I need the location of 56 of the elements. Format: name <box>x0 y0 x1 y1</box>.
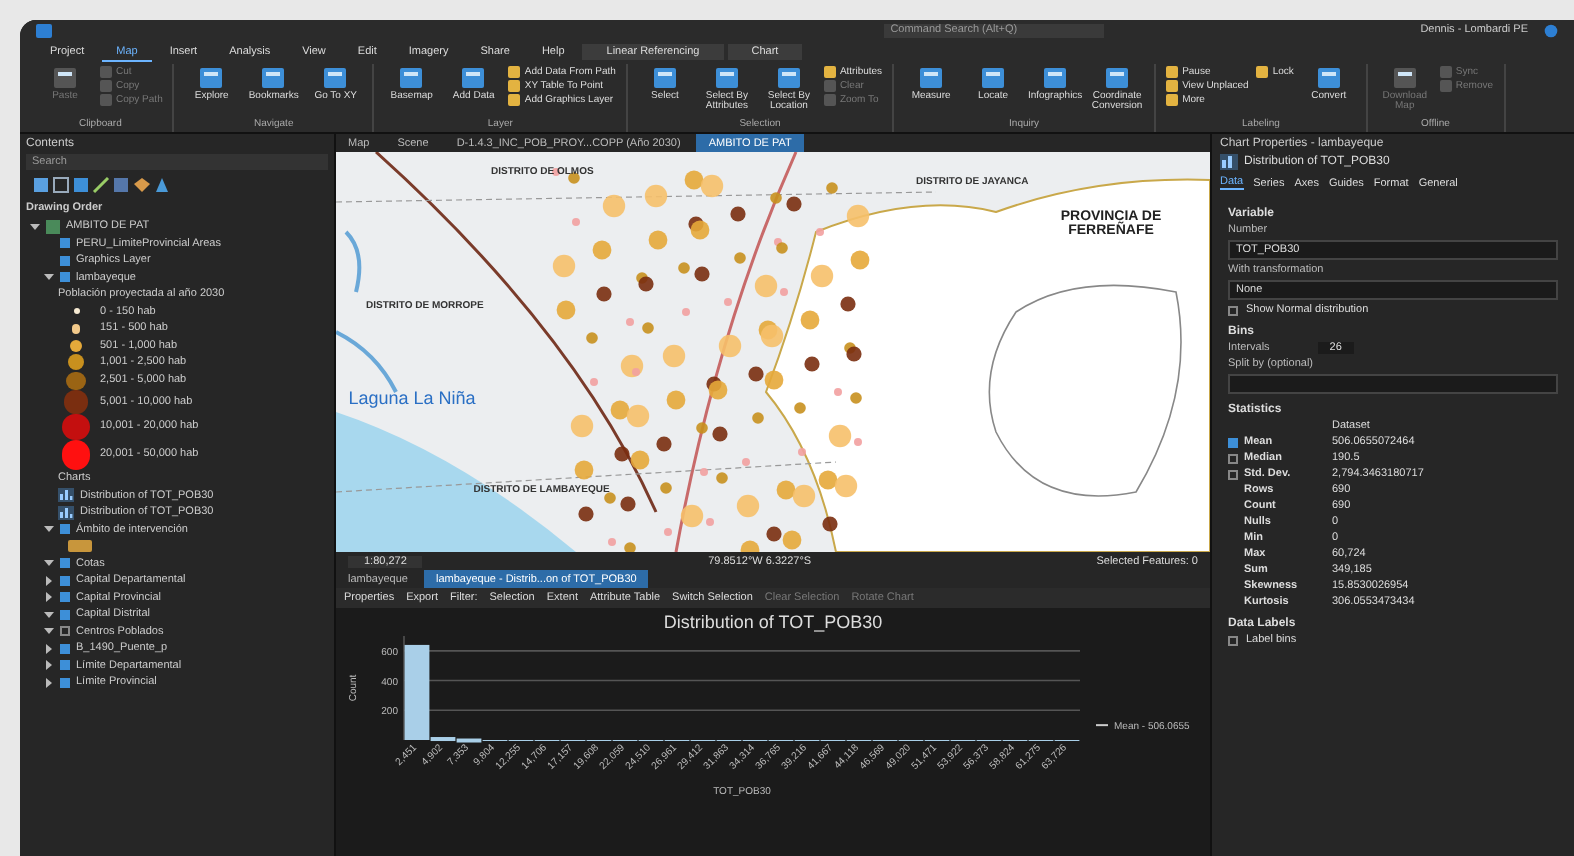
window-icon <box>651 66 678 90</box>
layer-checkbox[interactable] <box>60 609 70 620</box>
window-icon <box>398 66 425 90</box>
layer-checkbox[interactable] <box>60 660 70 671</box>
window-icon <box>260 66 287 90</box>
expander-icon[interactable] <box>30 221 40 232</box>
statistic-checkbox[interactable] <box>1228 453 1238 463</box>
histogram-bar[interactable] <box>430 737 456 742</box>
layer-checkbox[interactable] <box>60 643 70 654</box>
map-drawing[interactable] <box>336 152 1210 552</box>
window-icon <box>713 66 740 90</box>
histogram-bar[interactable] <box>456 738 482 743</box>
window-icon <box>460 66 487 90</box>
checkbox[interactable] <box>1228 635 1238 645</box>
legend-line-icon <box>1095 724 1109 727</box>
window-icon <box>1315 66 1342 90</box>
checkbox[interactable] <box>1228 305 1238 315</box>
window-icon <box>1042 66 1069 90</box>
map-icon <box>46 219 60 234</box>
expander-icon[interactable] <box>44 643 54 654</box>
expander-icon[interactable] <box>44 592 54 603</box>
expander-icon[interactable] <box>44 677 54 688</box>
layer-checkbox[interactable] <box>60 575 70 586</box>
statistic-checkbox[interactable] <box>1228 469 1238 479</box>
app-icon <box>36 23 52 37</box>
window-icon <box>918 66 945 90</box>
chart-icon <box>1220 154 1238 170</box>
window-icon <box>775 66 802 90</box>
expander-icon[interactable] <box>44 575 54 586</box>
window-icon <box>52 66 78 90</box>
layer-checkbox[interactable] <box>60 626 70 637</box>
expander-icon[interactable] <box>44 626 54 637</box>
layer-checkbox[interactable] <box>60 592 70 603</box>
expander-icon[interactable] <box>44 660 54 671</box>
expander-icon[interactable] <box>44 609 54 620</box>
layer-checkbox[interactable] <box>60 255 70 266</box>
map-label: Laguna La Niña <box>348 387 476 408</box>
layer-checkbox[interactable] <box>60 677 70 688</box>
help-icon[interactable] <box>1544 23 1558 37</box>
window-icon <box>980 66 1007 90</box>
layer-checkbox[interactable] <box>60 272 70 283</box>
expander-icon[interactable] <box>44 524 54 535</box>
chart-title: Distribution of TOT_POB30 <box>663 610 883 632</box>
y-axis-line <box>403 635 405 741</box>
window-icon <box>198 66 225 90</box>
layer-checkbox[interactable] <box>60 558 70 569</box>
expander-icon[interactable] <box>44 272 54 283</box>
window-icon <box>1104 66 1131 90</box>
window-icon <box>322 66 349 90</box>
layer-checkbox[interactable] <box>60 238 70 249</box>
square-icon <box>1256 66 1269 78</box>
toolbar-icons-drawing[interactable] <box>34 176 174 194</box>
statistic-checkbox[interactable] <box>1228 437 1238 447</box>
layer-checkbox[interactable] <box>60 524 70 535</box>
expander-icon[interactable] <box>44 558 54 569</box>
window-icon <box>1391 66 1418 90</box>
